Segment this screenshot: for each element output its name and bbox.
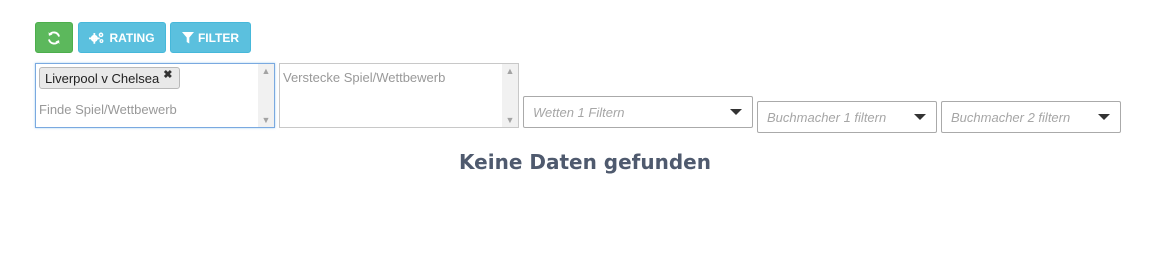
refresh-icon <box>47 31 61 45</box>
chevron-down-icon <box>1098 114 1110 120</box>
hide-match-input[interactable]: Verstecke Spiel/Wettbewerb <box>283 70 445 85</box>
scroll-down-icon[interactable]: ▼ <box>502 114 518 126</box>
bookmaker2-filter-placeholder: Buchmacher 2 filtern <box>951 110 1071 125</box>
hide-match-multiselect[interactable]: Verstecke Spiel/Wettbewerb ▲ ▼ <box>279 63 519 128</box>
rating-button[interactable]: RATING <box>78 22 166 53</box>
bookmaker2-filter-select[interactable]: Buchmacher 2 filtern <box>941 101 1121 133</box>
chevron-down-icon <box>730 109 742 115</box>
rating-button-label: RATING <box>109 30 155 45</box>
scroll-up-icon[interactable]: ▲ <box>502 65 518 77</box>
chevron-down-icon <box>914 114 926 120</box>
remove-chip-icon[interactable]: ✖ <box>163 68 172 81</box>
bets-filter-placeholder: Wetten 1 Filtern <box>533 105 625 120</box>
bets-filter-select[interactable]: Wetten 1 Filtern <box>523 96 753 128</box>
refresh-button[interactable] <box>35 22 73 53</box>
find-match-multiselect[interactable]: Liverpool v Chelsea ✖ Finde Spiel/Wettbe… <box>35 63 275 128</box>
scroll-up-icon[interactable]: ▲ <box>258 65 274 77</box>
funnel-icon <box>181 31 194 44</box>
find-match-scrollbar[interactable]: ▲ ▼ <box>258 64 274 127</box>
no-data-message: Keine Daten gefunden <box>459 150 711 174</box>
selected-match-chip: Liverpool v Chelsea ✖ <box>39 67 181 89</box>
filter-button[interactable]: FILTER <box>170 22 251 53</box>
scroll-down-icon[interactable]: ▼ <box>258 114 274 126</box>
bookmaker1-filter-placeholder: Buchmacher 1 filtern <box>767 110 887 125</box>
bookmaker1-filter-select[interactable]: Buchmacher 1 filtern <box>757 101 937 133</box>
find-match-input[interactable]: Finde Spiel/Wettbewerb <box>39 102 177 117</box>
filter-button-label: FILTER <box>197 30 240 45</box>
cogs-icon <box>89 31 105 44</box>
selected-match-label: Liverpool v Chelsea <box>45 70 160 86</box>
hide-match-scrollbar[interactable]: ▲ ▼ <box>502 64 518 127</box>
